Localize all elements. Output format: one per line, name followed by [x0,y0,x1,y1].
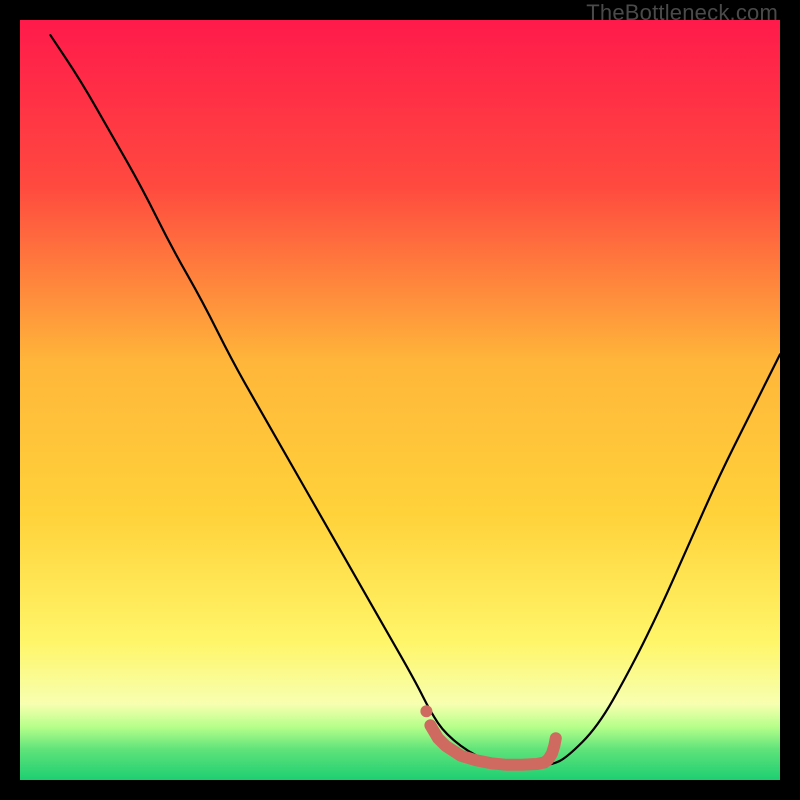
watermark-text: TheBottleneck.com [586,0,778,26]
bottleneck-chart [20,20,780,780]
gradient-background [20,20,780,780]
optimal-start-dot [420,705,432,717]
